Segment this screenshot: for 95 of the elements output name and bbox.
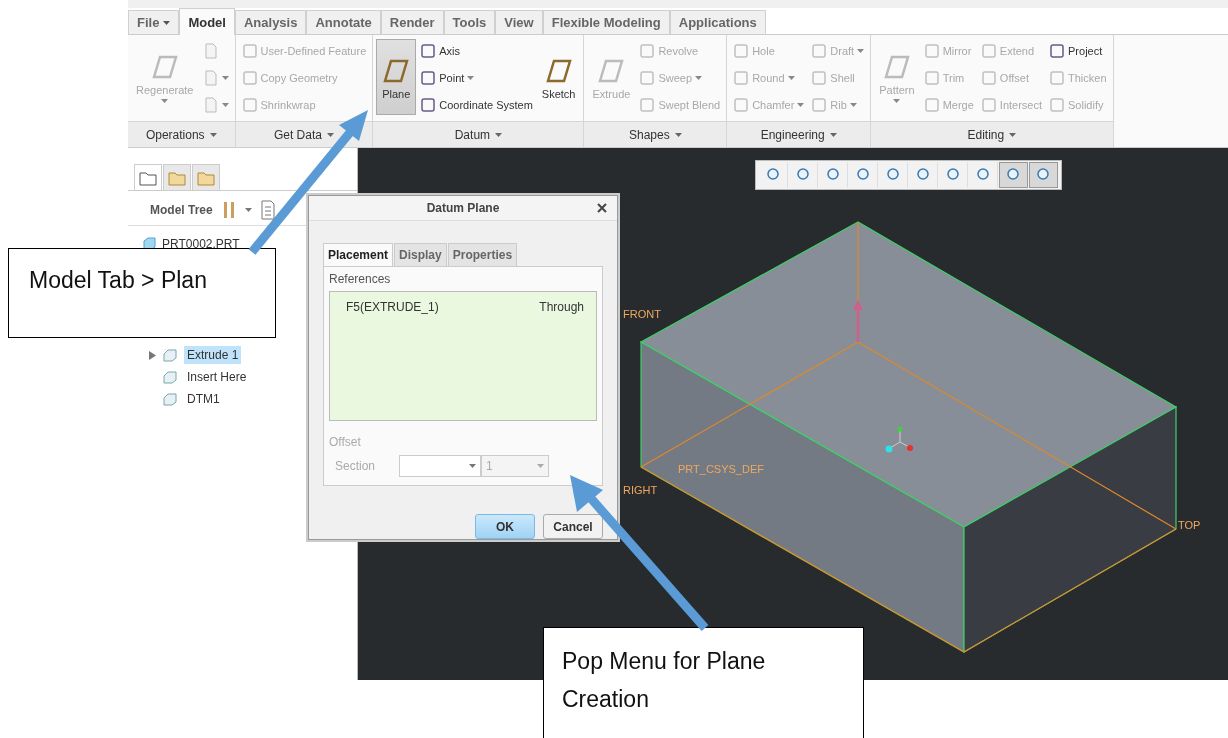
tool-icon [923, 43, 940, 59]
tool-icon [241, 70, 258, 86]
panel-title: Model Tree [150, 203, 213, 217]
document-icon [202, 69, 219, 87]
feature-icon [162, 370, 178, 384]
view-icon [855, 167, 872, 183]
tool-icon [980, 43, 997, 59]
expander-icon[interactable] [148, 350, 156, 360]
caret-icon [244, 208, 252, 212]
view-icon [1035, 167, 1052, 183]
dialog-button[interactable]: Cancel [543, 514, 603, 539]
folder-icon [139, 169, 157, 186]
view-icon [825, 167, 842, 183]
tool-icon [980, 97, 997, 113]
ribbon-button[interactable]: Plane [376, 39, 417, 115]
tool-icon [980, 70, 997, 86]
references-list[interactable]: F5(EXTRUDE_1) Through [329, 290, 597, 421]
tool-icon [639, 43, 656, 59]
dialog-tab[interactable]: Display [394, 242, 447, 266]
caret-icon [829, 132, 837, 137]
ribbon-tab[interactable]: View [495, 10, 543, 34]
datum-label: RIGHT [623, 484, 658, 496]
tool-icon [639, 97, 656, 113]
tool-icon [733, 43, 750, 59]
ribbon-tab[interactable]: Tools [443, 10, 496, 34]
dialog-tab[interactable]: Properties [447, 242, 518, 266]
view-icon [885, 167, 902, 183]
view-icon [915, 167, 932, 183]
ribbon-button[interactable]: Project [1046, 39, 1110, 63]
ribbon-tab[interactable]: Flexible Modeling [542, 10, 670, 34]
view-icon [795, 167, 812, 183]
tool-icon [1049, 70, 1066, 86]
document-icon [202, 42, 219, 60]
tool-icon [420, 70, 437, 86]
tool-icon [733, 97, 750, 113]
tree-item[interactable]: DTM1 [184, 390, 223, 408]
tool-icon [420, 43, 437, 59]
dialog-tab[interactable]: Placement [323, 242, 394, 266]
datum-label: FRONT [623, 308, 661, 320]
ribbon-tab[interactable]: Applications [669, 10, 766, 34]
reference-constraint: Through [539, 299, 584, 314]
view-icon [1005, 167, 1022, 183]
tool-icon [420, 97, 437, 113]
view-tool-button[interactable] [999, 162, 1028, 188]
caret-icon [469, 463, 476, 468]
feature-icon [162, 392, 178, 406]
view-icon [765, 167, 782, 183]
tool-icon [923, 97, 940, 113]
tool-icon [639, 70, 656, 86]
datum-label: TOP [1178, 519, 1201, 531]
tool-icon [1049, 43, 1066, 59]
group-menu-button[interactable]: Editing [965, 127, 1019, 142]
cube-icon [142, 237, 156, 251]
caret-icon [495, 132, 503, 137]
ribbon-button[interactable]: Coordinate System [417, 93, 536, 117]
ribbon-tab[interactable]: Annotate [306, 10, 381, 34]
ribbon-button[interactable]: Sketch [536, 39, 581, 115]
tool-icon [811, 97, 828, 113]
dialog-button[interactable]: OK [475, 514, 535, 539]
ribbon-tab[interactable]: File [128, 10, 180, 34]
ribbon-button[interactable]: Point [417, 66, 536, 90]
caret-icon [537, 463, 544, 468]
coordinate-axes-icon [885, 426, 913, 453]
close-icon[interactable] [597, 203, 607, 213]
caret-icon [326, 132, 334, 137]
folder-icon [197, 169, 215, 186]
tool-icon [241, 43, 258, 59]
tool-icon [1049, 97, 1066, 113]
feature-icon [162, 348, 178, 362]
ribbon-button[interactable]: Axis [417, 39, 536, 63]
view-icon [975, 167, 992, 183]
folder-icon [168, 169, 186, 186]
tool-icon [811, 70, 828, 86]
callout-box: Pop Menu for Plane Creation [543, 627, 864, 738]
tool-icon [811, 43, 828, 59]
ribbon-tab[interactable]: Render [380, 10, 444, 34]
tool-icon [241, 97, 258, 113]
callout-box: Model Tab > Plan [8, 248, 276, 338]
tool-icon [923, 70, 940, 86]
datum-label: PRT_CSYS_DEF [678, 463, 764, 475]
view-tool-button[interactable] [1029, 162, 1058, 188]
caret-icon [1009, 132, 1017, 137]
tree-item[interactable]: Extrude 1 [184, 346, 242, 364]
navigator-tab[interactable] [134, 164, 162, 190]
caret-icon [674, 132, 682, 137]
tree-item[interactable]: Insert Here [184, 368, 250, 386]
list-icon [259, 200, 276, 220]
view-icon [945, 167, 962, 183]
document-icon [202, 96, 219, 114]
tool-icon [733, 70, 750, 86]
ribbon-tab[interactable]: Analysis [234, 10, 307, 34]
dialog-title: Datum Plane [426, 200, 500, 215]
ribbon-tab[interactable]: Model [179, 8, 235, 35]
caret-icon [209, 132, 217, 137]
group-menu-button[interactable]: Datum [452, 127, 505, 142]
